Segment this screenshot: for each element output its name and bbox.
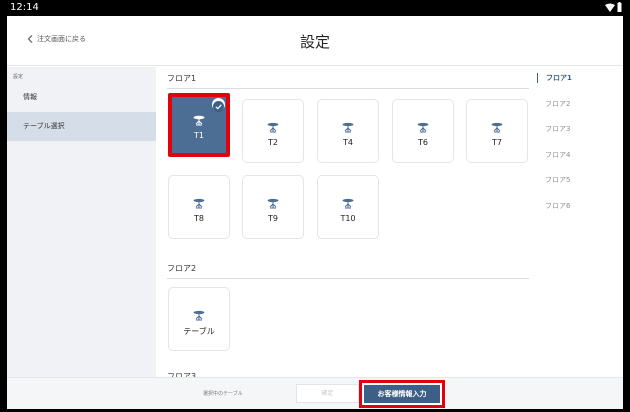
table-icon: [193, 310, 205, 321]
sidebar-item-label: 情報: [23, 93, 37, 101]
sidebar-item-table-select[interactable]: テーブル選択: [7, 112, 156, 141]
sidebar-item-info[interactable]: 情報: [7, 83, 156, 112]
table-card-t8[interactable]: T8: [168, 175, 230, 239]
sidebar-section-title: 設定: [13, 74, 24, 80]
table-card-t9[interactable]: T9: [242, 175, 304, 239]
table-label: T2: [268, 138, 278, 147]
page-title: 設定: [299, 33, 330, 51]
table-icon: [342, 122, 354, 133]
table-icon: [491, 122, 503, 133]
table-icon: [193, 198, 205, 209]
customer-info-label: お客様情報入力: [364, 385, 440, 403]
table-label: T1: [194, 131, 204, 140]
floor-heading: フロア1: [167, 74, 197, 83]
floor-heading: フロア2: [167, 264, 197, 273]
floor-nav-item-6[interactable]: フロア6: [537, 201, 570, 211]
device-frame: 12:14 注文画面に戻る 設定 設定 情報 テーブル選択 フロア1 T1 T2…: [0, 0, 630, 412]
table-label: T6: [418, 138, 428, 147]
table-label: T7: [492, 138, 502, 147]
check-icon: [212, 98, 225, 112]
floor-divider: [167, 88, 529, 89]
wifi-icon: [605, 3, 615, 12]
floor-nav-item-4[interactable]: フロア4: [537, 150, 570, 160]
table-label: T10: [340, 214, 356, 223]
clock: 12:14: [10, 2, 39, 13]
table-icon: [417, 122, 429, 133]
table-icon: [267, 198, 279, 209]
confirm-button[interactable]: 確定: [296, 384, 359, 403]
system-icons: [605, 2, 622, 12]
battery-icon: [617, 2, 622, 12]
app-screen: 注文画面に戻る 設定 設定 情報 テーブル選択 フロア1 T1 T2 T4 T6…: [7, 16, 623, 409]
floor-nav-item-1[interactable]: フロア1: [537, 73, 572, 83]
customer-info-button[interactable]: お客様情報入力: [359, 380, 445, 408]
footer-bar: 選択中のテーブル 確定 お客様情報入力: [7, 377, 623, 409]
table-label: T9: [268, 214, 278, 223]
sidebar-item-label: テーブル選択: [23, 122, 65, 130]
app-header: 注文画面に戻る 設定: [7, 16, 623, 66]
settings-sidebar: 設定 情報 テーブル選択: [7, 67, 156, 377]
floor-nav-item-2[interactable]: フロア2: [537, 99, 570, 109]
table-icon: [193, 115, 205, 126]
table-label: テーブル: [183, 327, 215, 336]
table-card-t1[interactable]: T1: [168, 93, 230, 157]
selected-table-label: 選択中のテーブル: [203, 391, 243, 397]
table-icon: [267, 122, 279, 133]
table-card-t10[interactable]: T10: [317, 175, 379, 239]
floor-divider: [167, 278, 529, 279]
floor-nav-item-5[interactable]: フロア5: [537, 175, 570, 185]
table-card-t6[interactable]: T6: [392, 99, 454, 163]
floor-nav-item-3[interactable]: フロア3: [537, 124, 570, 134]
table-label: T8: [194, 214, 204, 223]
status-bar: 12:14: [0, 0, 630, 16]
table-card-t2[interactable]: T2: [242, 99, 304, 163]
table-label: T4: [343, 138, 353, 147]
table-card-t7[interactable]: T7: [466, 99, 528, 163]
table-icon: [342, 198, 354, 209]
table-card-t4[interactable]: T4: [317, 99, 379, 163]
table-card-table[interactable]: テーブル: [168, 287, 230, 351]
